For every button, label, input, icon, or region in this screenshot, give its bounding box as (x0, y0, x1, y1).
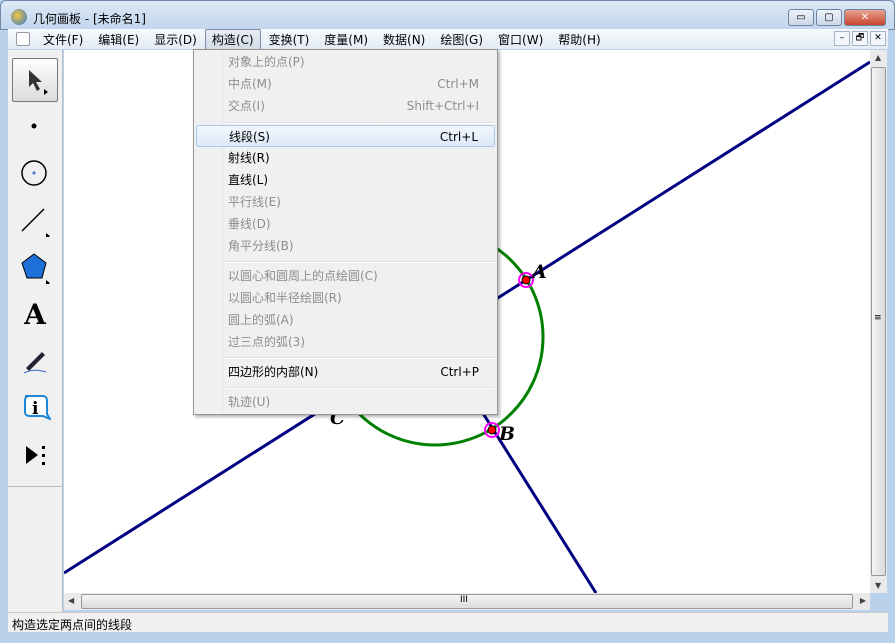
menu-window[interactable]: 窗口(W) (491, 29, 550, 50)
vscroll-grip: ≡ (874, 313, 882, 323)
text-tool[interactable]: A (12, 293, 58, 335)
menu-item-midpoint[interactable]: 中点(M) Ctrl+M (196, 73, 495, 95)
menu-item-label: 直线(L) (228, 173, 269, 187)
menu-item-shortcut: Ctrl+L (439, 130, 478, 144)
custom-tools-icon (26, 446, 45, 465)
scroll-left-arrow[interactable]: ◀ (68, 596, 74, 605)
close-button[interactable]: ✕ (844, 9, 886, 26)
scroll-down-arrow[interactable]: ▼ (875, 581, 881, 590)
circle-icon (21, 160, 47, 186)
menu-item-arc-on-circle[interactable]: 圆上的弧(A) (196, 309, 495, 331)
compass-tool[interactable] (12, 152, 58, 194)
toolbox: A i (8, 50, 63, 612)
menu-item-intersection[interactable]: 交点(I) Shift+Ctrl+I (196, 95, 495, 117)
menu-item-label: 过三点的弧(3) (228, 335, 305, 349)
menu-item-segment[interactable]: 线段(S) Ctrl+L (196, 125, 495, 147)
menu-item-label: 以圆心和半径绘圆(R) (228, 291, 342, 305)
title-bar: 几何画板 - [未命名1] ▭ ▢ ✕ (0, 0, 895, 30)
menu-item-label: 以圆心和圆周上的点绘圆(C) (228, 269, 378, 283)
construct-menu-dropdown: 对象上的点(P) 中点(M) Ctrl+M 交点(I) Shift+Ctrl+I 线… (193, 49, 498, 415)
custom-tool[interactable] (12, 434, 58, 476)
menu-display[interactable]: 显示(D) (147, 29, 204, 50)
menu-help[interactable]: 帮助(H) (551, 29, 607, 50)
menu-item-perpendicular-line[interactable]: 垂线(D) (196, 213, 495, 235)
menu-edit[interactable]: 编辑(E) (91, 29, 146, 50)
label-a[interactable]: A (530, 261, 547, 283)
menu-file[interactable]: 文件(F) (36, 29, 90, 50)
information-tool[interactable]: i (12, 387, 58, 429)
menu-graph[interactable]: 绘图(G) (433, 29, 490, 50)
app-icon (11, 9, 27, 25)
maximize-button[interactable]: ▢ (816, 9, 842, 26)
menu-item-angle-bisector[interactable]: 角平分线(B) (196, 235, 495, 257)
marker-tool[interactable] (12, 340, 58, 382)
menu-item-locus[interactable]: 轨迹(U) (196, 391, 495, 413)
status-text: 构造选定两点间的线段 (12, 618, 133, 632)
arrow-icon (29, 70, 48, 95)
info-icon: i (24, 395, 51, 421)
menu-item-arc-three-points[interactable]: 过三点的弧(3) (196, 331, 495, 353)
menu-separator (226, 261, 494, 263)
horizontal-scroll-thumb[interactable]: III (81, 594, 853, 609)
menu-item-label: 轨迹(U) (228, 395, 271, 409)
doc-close-button[interactable]: ✕ (870, 31, 886, 46)
horizontal-scrollbar[interactable]: ◀ III ▶ (64, 593, 870, 610)
status-bar: 构造选定两点间的线段 (8, 612, 888, 632)
point-icon (31, 123, 37, 129)
vertical-scrollbar[interactable]: ▲ ≡ ▼ (870, 50, 887, 593)
menu-item-label: 四边形的内部(N) (228, 365, 319, 379)
doc-minimize-button[interactable]: – (834, 31, 850, 46)
scroll-right-arrow[interactable]: ▶ (860, 596, 866, 605)
document-icon[interactable] (16, 32, 30, 46)
toolbox-divider (8, 486, 62, 487)
line-segment-icon (21, 208, 50, 237)
menu-item-shortcut: Ctrl+P (440, 365, 479, 379)
menu-item-shortcut: Ctrl+M (437, 77, 479, 91)
text-icon: A (24, 297, 46, 331)
point-tool[interactable] (12, 105, 58, 147)
label-b[interactable]: B (498, 423, 515, 445)
menu-item-shortcut: Shift+Ctrl+I (406, 99, 479, 113)
menu-item-point-on-object[interactable]: 对象上的点(P) (196, 51, 495, 73)
doc-restore-button[interactable]: 🗗 (852, 31, 868, 46)
polygon-tool[interactable] (12, 246, 58, 288)
menu-item-label: 对象上的点(P) (228, 55, 305, 69)
menu-separator (226, 357, 494, 359)
menu-transform[interactable]: 变换(T) (262, 29, 317, 50)
menu-construct[interactable]: 构造(C) (204, 28, 261, 50)
menu-item-parallel-line[interactable]: 平行线(E) (196, 191, 495, 213)
menu-item-quadrilateral-interior[interactable]: 四边形的内部(N) Ctrl+P (196, 361, 495, 383)
menu-item-label: 圆上的弧(A) (228, 313, 294, 327)
hscroll-grip: III (460, 595, 468, 605)
marker-icon (23, 352, 47, 374)
menu-item-label: 角平分线(B) (228, 239, 294, 253)
menu-item-label: 垂线(D) (228, 217, 271, 231)
menu-item-ray[interactable]: 射线(R) (196, 147, 495, 169)
menu-measure[interactable]: 度量(M) (317, 29, 375, 50)
vertical-scroll-thumb[interactable]: ≡ (871, 67, 886, 576)
menu-item-label: 平行线(E) (228, 195, 281, 209)
menu-item-line[interactable]: 直线(L) (196, 169, 495, 191)
menu-separator (226, 387, 494, 389)
menu-separator (226, 122, 494, 124)
point-a[interactable] (521, 275, 531, 285)
point-b[interactable] (487, 425, 497, 435)
window-title: 几何画板 - [未命名1] (33, 12, 146, 26)
scroll-up-arrow[interactable]: ▲ (875, 53, 881, 62)
arrow-tool[interactable] (12, 58, 58, 102)
menu-item-circle-center-radius[interactable]: 以圆心和半径绘圆(R) (196, 287, 495, 309)
menu-item-label: 射线(R) (228, 151, 270, 165)
menu-item-circle-center-point[interactable]: 以圆心和圆周上的点绘圆(C) (196, 265, 495, 287)
minimize-button[interactable]: ▭ (788, 9, 814, 26)
menu-data[interactable]: 数据(N) (376, 29, 432, 50)
menu-item-label: 中点(M) (228, 77, 272, 91)
menu-item-label: 交点(I) (228, 99, 265, 113)
info-glyph: i (32, 399, 39, 419)
polygon-icon (21, 253, 50, 284)
menu-item-label: 线段(S) (229, 130, 270, 144)
menu-bar: 文件(F) 编辑(E) 显示(D) 构造(C) 变换(T) 度量(M) 数据(N… (8, 28, 888, 50)
straightedge-tool[interactable] (12, 199, 58, 241)
